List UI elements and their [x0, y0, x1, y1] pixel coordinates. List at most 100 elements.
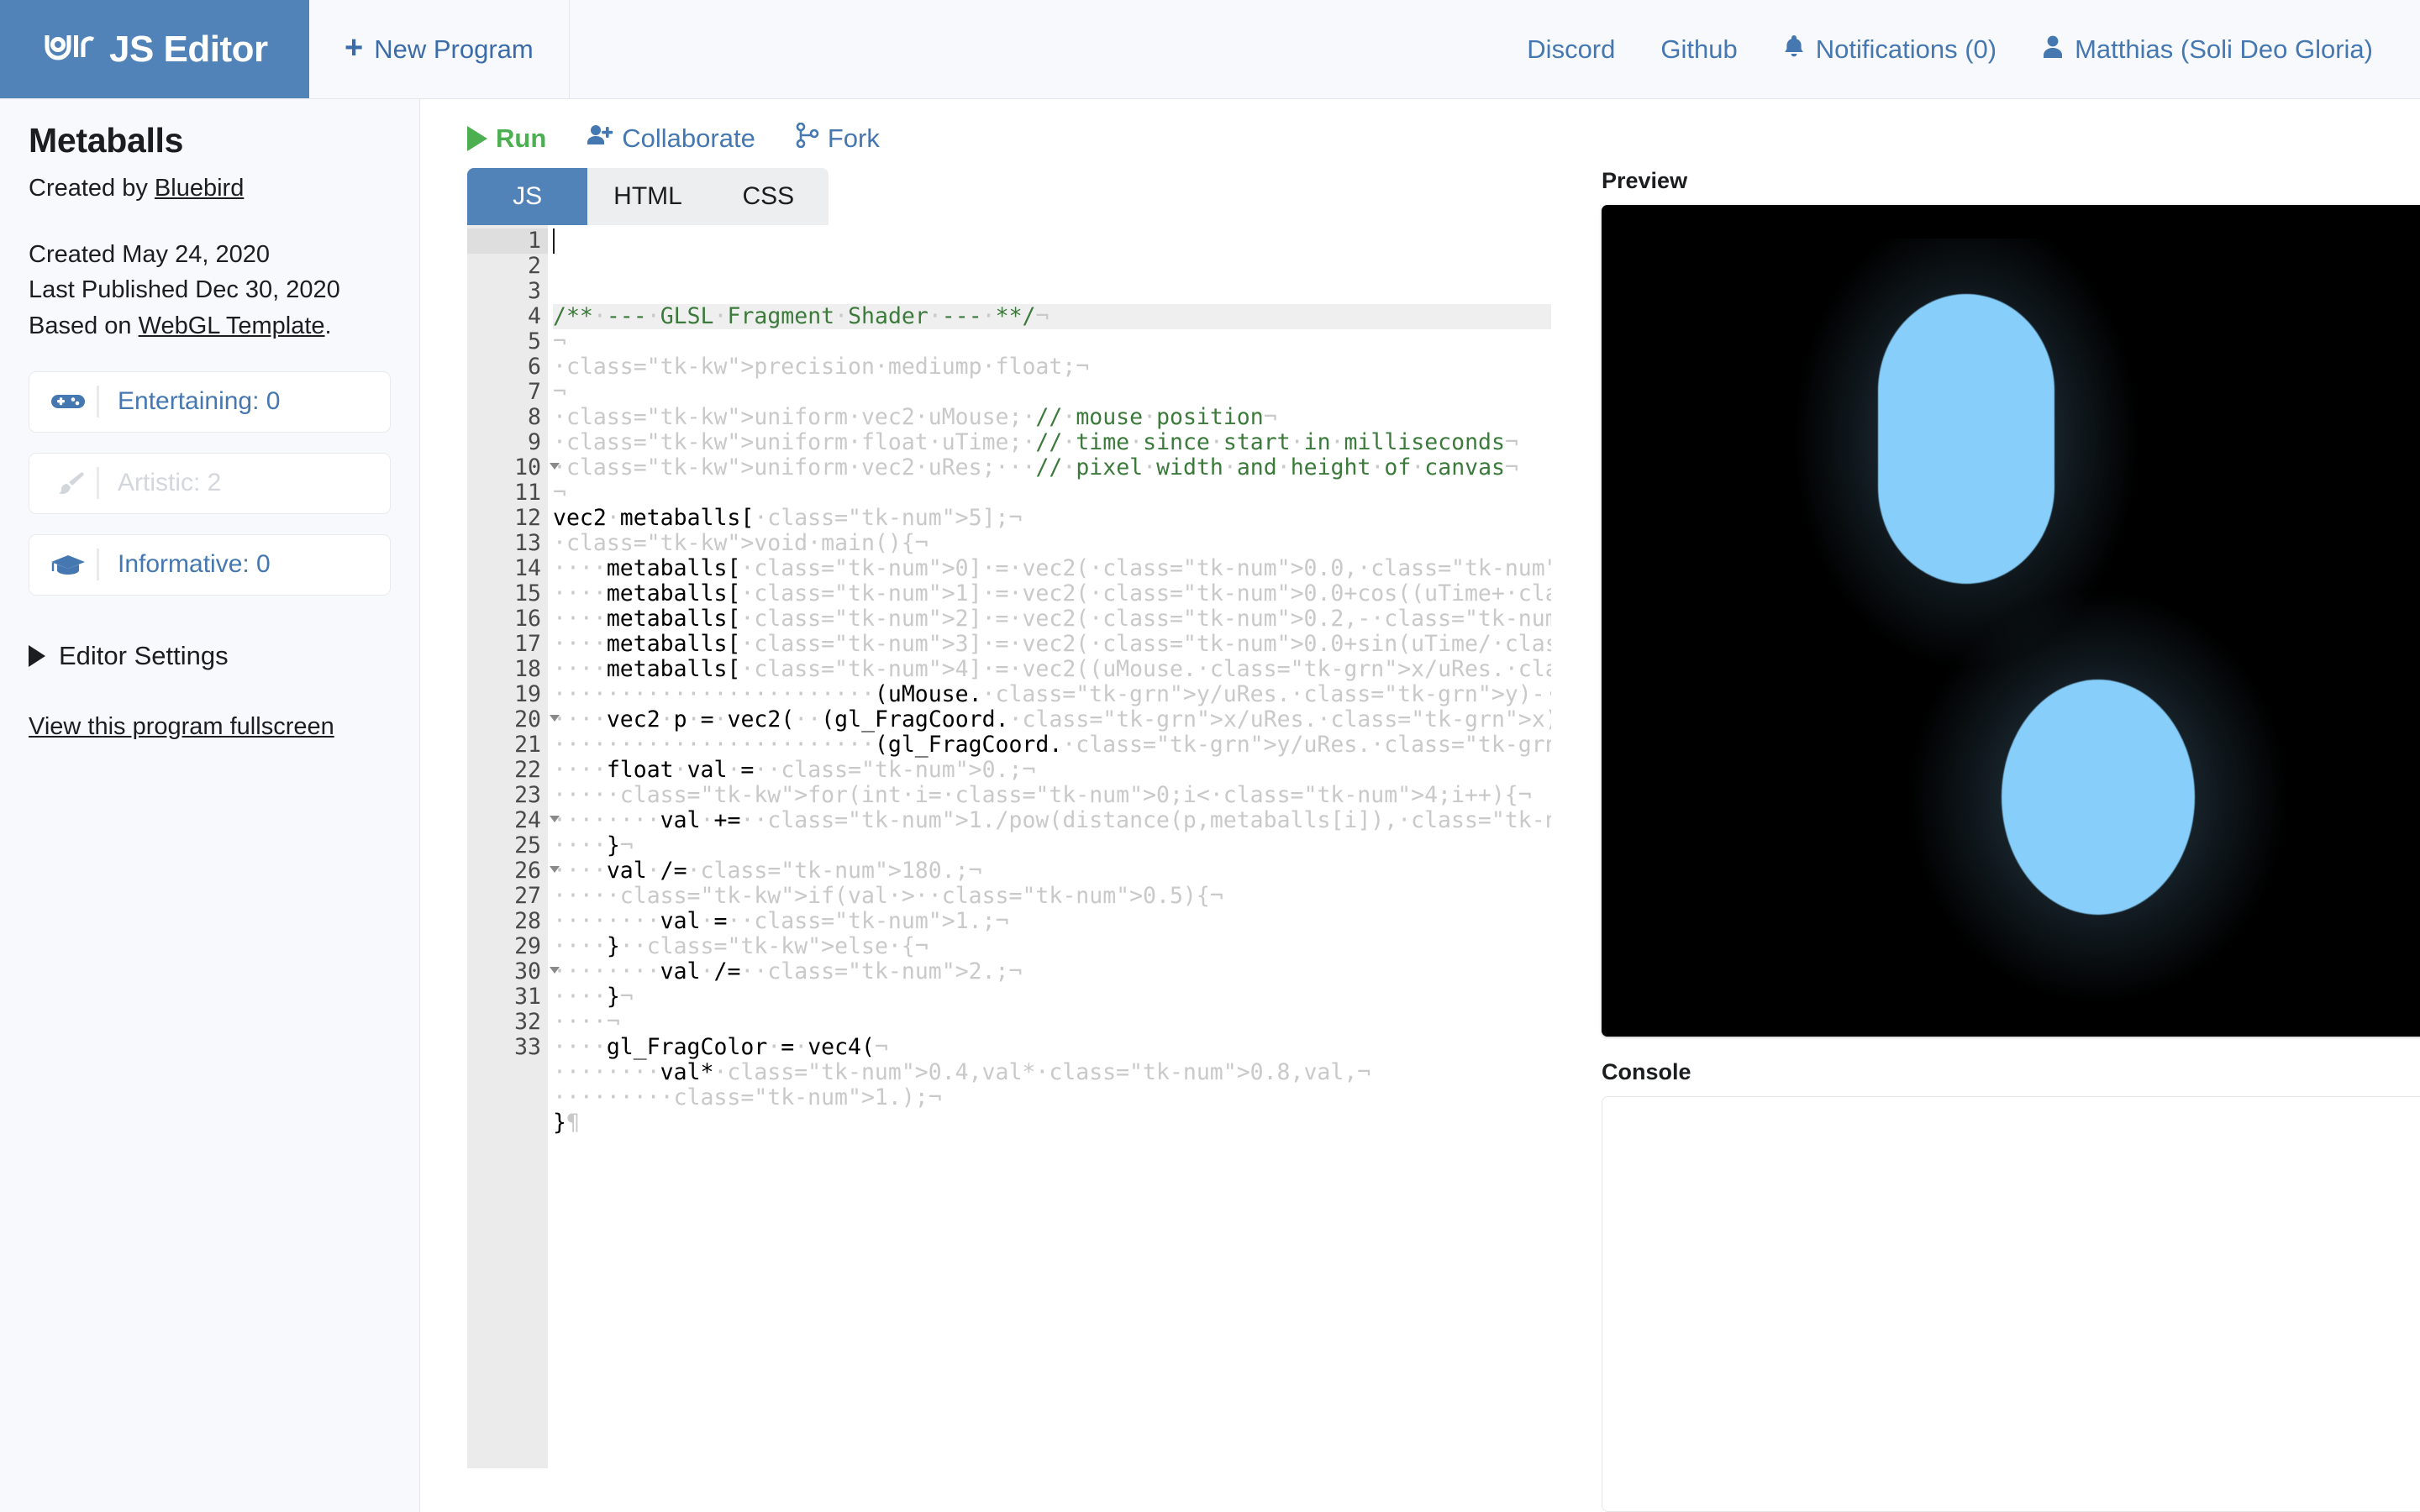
console-output[interactable] [1602, 1096, 2420, 1512]
code-line: ¬ [553, 480, 566, 506]
paintbrush-icon [46, 470, 90, 496]
code-line: ¬ [553, 379, 566, 405]
program-action-bar: Run Collaborate Fork [467, 121, 2420, 156]
preview-frame[interactable] [1602, 205, 2420, 1037]
code-line: ¬ [553, 328, 566, 354]
bell-icon [1783, 34, 1805, 66]
code-line: vec2·metaballs[·class="tk-num">5];¬ [553, 505, 1023, 531]
code-line: ········val·=··class="tk-num">1.;¬ [553, 908, 1009, 934]
main-content: Run Collaborate Fork JS HTML CSS 1 2 3 4… [420, 99, 2420, 1512]
code-line: }¶ [553, 1110, 580, 1136]
vote-label-artistic: Artistic: 2 [118, 469, 222, 496]
plus-icon: + [345, 29, 364, 66]
code-line: ·class="tk-kw">void·main(){¬ [553, 530, 929, 556]
code-line: ························(gl_FragCoord.·c… [553, 732, 1551, 758]
line-number: 10 [467, 455, 560, 480]
code-line: ········val*·class="tk-num">0.4,val*·cla… [553, 1059, 1371, 1085]
vote-buttons: Entertaining: 0 Artistic: 2 Informative:… [29, 370, 391, 596]
line-number: 19 [514, 681, 541, 707]
code-line: ····}¬ [553, 832, 634, 858]
nav-link-user-profile[interactable]: Matthias (Soli Deo Gloria) [2042, 34, 2373, 66]
nav-link-notifications-label: Notifications (0) [1815, 34, 1997, 64]
nav-link-discord-label: Discord [1527, 34, 1616, 64]
top-nav-links: Discord Github Notifications (0) Matthia… [1527, 0, 2420, 98]
line-number: 8 [528, 404, 541, 430]
webgl-canvas[interactable] [1640, 239, 2403, 1001]
line-number: 5 [528, 328, 541, 354]
program-meta-block: Created May 24, 2020 Last Published Dec … [29, 237, 391, 344]
new-program-button[interactable]: + New Program [309, 0, 570, 98]
created-by-prefix: Created by [29, 175, 155, 202]
collaborate-label: Collaborate [622, 123, 755, 153]
line-number: 21 [514, 732, 541, 758]
line-number: 31 [514, 984, 541, 1010]
code-line: ·class="tk-kw">uniform·vec2·uRes;···//·p… [553, 454, 1518, 480]
metaball-shape-top [1878, 294, 2054, 584]
code-line: ·class="tk-kw">precision·mediump·float;¬ [553, 354, 1090, 380]
console-label: Console [1602, 1059, 1691, 1084]
code-line: ····gl_FragColor·=·vec4(¬ [553, 1034, 888, 1060]
editor-settings-toggle[interactable]: Editor Settings [29, 641, 391, 671]
caret-right-icon [29, 644, 45, 667]
tab-css[interactable]: CSS [708, 168, 829, 225]
run-button[interactable]: Run [467, 123, 546, 154]
code-editor-column: JS HTML CSS 1 2 3 4 5 6 7 8 9 10 11 12 13 14 15 16 17 18 1… [467, 156, 1551, 1512]
code-line: ····metaballs[·class="tk-num">0]·=·vec2(… [553, 555, 1551, 581]
based-on-line: Based on WebGL Template. [29, 308, 391, 344]
based-on-template-link[interactable]: WebGL Template [139, 312, 325, 339]
code-line: ····}··class="tk-kw">else·{¬ [553, 933, 929, 959]
nav-link-notifications[interactable]: Notifications (0) [1783, 34, 1996, 66]
code-line: ····metaballs[·class="tk-num">4]·=·vec2(… [553, 656, 1551, 682]
line-number: 18 [514, 656, 541, 682]
fork-button[interactable]: Fork [796, 122, 880, 155]
vote-divider [97, 549, 99, 580]
author-link[interactable]: Bluebird [155, 175, 244, 202]
line-number: 30 [467, 959, 560, 984]
line-number: 7 [528, 379, 541, 405]
line-number: 17 [514, 631, 541, 657]
nav-link-discord[interactable]: Discord [1527, 34, 1615, 65]
line-number: 33 [514, 1034, 541, 1060]
code-line: ····float·val·=··class="tk-num">0.;¬ [553, 757, 1036, 783]
line-number: 28 [514, 908, 541, 934]
code-line: ·········class="tk-num">1.);¬ [553, 1084, 942, 1110]
code-line: ····metaballs[·class="tk-num">1]·=·vec2(… [553, 580, 1551, 606]
text-caret [553, 228, 555, 254]
vote-divider [97, 467, 99, 499]
code-line: ····¬ [553, 1009, 620, 1035]
vote-divider [97, 386, 99, 417]
nav-link-github[interactable]: Github [1660, 34, 1737, 65]
new-program-label: New Program [374, 34, 534, 64]
vote-label-entertaining: Entertaining: 0 [118, 387, 281, 415]
collaborate-button[interactable]: Collaborate [587, 123, 755, 154]
based-on-prefix: Based on [29, 312, 139, 339]
brand-home-link[interactable]: JS Editor [0, 0, 309, 98]
tab-html[interactable]: HTML [587, 168, 708, 225]
created-by-line: Created by Bluebird [29, 171, 391, 207]
view-fullscreen-link[interactable]: View this program fullscreen [29, 713, 334, 741]
code-line: ····metaballs[·class="tk-num">3]·=·vec2(… [553, 631, 1551, 657]
line-number: 6 [528, 354, 541, 380]
line-number: 24 [467, 808, 560, 833]
code-line: ·····class="tk-kw">for(int·i=·class="tk-… [553, 782, 1532, 808]
fork-label: Fork [827, 123, 880, 153]
graduation-cap-icon [46, 553, 90, 576]
line-number: 15 [514, 580, 541, 606]
vote-button-artistic[interactable]: Artistic: 2 [29, 452, 391, 514]
vote-button-entertaining[interactable]: Entertaining: 0 [29, 370, 391, 433]
code-editor[interactable]: 1 2 3 4 5 6 7 8 9 10 11 12 13 14 15 16 17 18 19 20 21 22 23 24 2… [467, 225, 1551, 1468]
nav-link-user-label: Matthias (Soli Deo Gloria) [2075, 34, 2373, 64]
line-number: 9 [528, 429, 541, 455]
vote-button-informative[interactable]: Informative: 0 [29, 533, 391, 596]
user-icon [2042, 34, 2064, 66]
code-line: ························(uMouse.·class="… [553, 681, 1551, 707]
code-line: ····}¬ [553, 984, 634, 1010]
code-text-area[interactable]: /**·---·GLSL·Fragment·Shader·---·**/¬ ¬ ·c… [548, 225, 1551, 1468]
code-line: ····metaballs[·class="tk-num">2]·=·vec2(… [553, 606, 1551, 632]
page-title: Metaballs [29, 121, 184, 160]
line-number: 11 [514, 480, 541, 506]
line-number: 32 [514, 1009, 541, 1035]
tab-js[interactable]: JS [467, 168, 588, 225]
line-number: 3 [528, 278, 541, 304]
preview-label: Preview [1602, 168, 1688, 193]
